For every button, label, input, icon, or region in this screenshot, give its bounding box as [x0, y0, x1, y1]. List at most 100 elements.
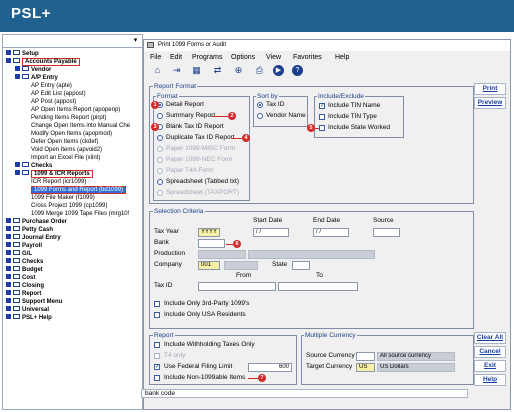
expand-icon[interactable] [6, 266, 11, 271]
federal-limit-field[interactable]: 600 [248, 363, 292, 372]
tree-folder[interactable]: Report [6, 290, 41, 298]
tree-folder[interactable]: Universal [6, 306, 49, 314]
menu-favorites[interactable]: Favorites [293, 53, 322, 63]
start-date-field[interactable]: / / [253, 228, 289, 237]
include-non-1099-checkbox[interactable] [154, 375, 160, 381]
tree-item[interactable]: Defer Open Items (ckdef) [31, 138, 98, 146]
tree-item[interactable]: Pending Items Report (pirpt) [31, 114, 106, 122]
expand-icon[interactable] [15, 74, 20, 79]
tax-year-field[interactable]: YYYY [198, 228, 220, 237]
navigation-combo[interactable]: ▾ [3, 35, 142, 48]
tree-folder[interactable]: Budget [6, 266, 43, 274]
tree-folder[interactable]: Petty Cash [6, 226, 53, 234]
expand-icon[interactable] [15, 170, 20, 175]
expand-icon[interactable] [6, 226, 11, 231]
expand-icon[interactable] [15, 66, 20, 71]
menu-help[interactable]: Help [335, 53, 349, 63]
play-icon[interactable]: ▶ [273, 65, 284, 76]
tree-folder[interactable]: Setup [6, 50, 39, 58]
printer-icon[interactable]: ⎙ [254, 65, 265, 76]
expand-icon[interactable] [6, 250, 11, 255]
tree-item[interactable]: ICR Report (icr1099) [31, 178, 86, 186]
tree-folder[interactable]: Support Menu [6, 298, 62, 306]
source-field[interactable] [373, 228, 400, 237]
tree-folder[interactable]: 1099 & ICR Reports [15, 170, 93, 178]
tree-folder[interactable]: Vendor [15, 66, 51, 74]
cancel-button[interactable]: Cancel [474, 346, 506, 358]
preview-button[interactable]: Preview [474, 97, 506, 109]
tree-folder[interactable]: A/P Entry [15, 74, 58, 82]
sort-tax-id-radio[interactable] [257, 102, 263, 108]
tree-folder[interactable]: PSL+ Help [6, 314, 52, 322]
tree-folder[interactable]: Checks [6, 258, 43, 266]
zoom-icon[interactable]: ⊕ [233, 65, 244, 76]
print-button[interactable]: Print [474, 83, 506, 95]
expand-icon[interactable] [6, 50, 11, 55]
tree-folder[interactable]: Purchase Order [6, 218, 67, 226]
bank-field[interactable] [198, 239, 225, 248]
menu-view[interactable]: View [266, 53, 281, 63]
expand-icon[interactable] [6, 234, 11, 239]
menu-file[interactable]: File [150, 53, 161, 63]
include-only-usa-checkbox[interactable] [154, 312, 160, 318]
chevron-down-icon[interactable]: ▾ [131, 37, 140, 45]
expand-icon[interactable] [6, 218, 11, 223]
tree-item[interactable]: Void Open Items (apvoid2) [31, 146, 102, 154]
expand-icon[interactable] [6, 314, 11, 319]
tax-id-to-field[interactable] [278, 282, 358, 291]
expand-icon[interactable] [6, 258, 11, 263]
format-radio[interactable] [157, 113, 163, 119]
tree-item[interactable]: AP Edit List (appost) [31, 90, 86, 98]
help-icon[interactable]: ? [292, 65, 303, 76]
include-tin-type-checkbox[interactable] [319, 114, 325, 120]
expand-icon[interactable] [6, 242, 11, 247]
expand-icon[interactable] [6, 290, 11, 295]
tree-folder[interactable]: Checks [15, 162, 52, 170]
end-date-field[interactable]: / / [313, 228, 349, 237]
expand-icon[interactable] [15, 162, 20, 167]
grid-icon[interactable]: ▦ [191, 65, 202, 76]
format-radio[interactable] [157, 179, 163, 185]
target-currency-code-field[interactable]: US [356, 363, 375, 372]
tree-item[interactable]: AP Entry (apte) [31, 82, 72, 90]
expand-icon[interactable] [6, 282, 11, 287]
tree-item[interactable]: AP Open Items Report (apopenp) [31, 106, 120, 114]
sort-vendor-name-radio[interactable] [257, 113, 263, 119]
tree-item[interactable]: 1099 File Maker (f1099) [31, 194, 95, 202]
tree-folder[interactable]: Cost [6, 274, 35, 282]
expand-icon[interactable] [6, 274, 11, 279]
tree-item[interactable]: AP Post (appost) [31, 98, 76, 106]
tree-item[interactable]: Change Open Items into Manual Che [31, 122, 130, 130]
tax-id-from-field[interactable] [198, 282, 276, 291]
expand-icon[interactable] [6, 298, 11, 303]
state-field[interactable] [292, 261, 310, 270]
tree-item[interactable]: 1099 Merge 1099 Tape Files (mrg10! [31, 210, 129, 218]
format-radio[interactable] [157, 135, 163, 141]
clear-all-button[interactable]: Clear All [474, 332, 506, 344]
include-state-worked-checkbox[interactable] [319, 125, 325, 131]
tree-folder[interactable]: Closing [6, 282, 44, 290]
tree-item[interactable]: Import an Excel File (xlint) [31, 154, 100, 162]
help-button[interactable]: Help [474, 374, 506, 386]
tree-item[interactable]: Modify Open Items (apopmod) [31, 130, 112, 138]
source-currency-code-field[interactable] [356, 352, 375, 361]
include-withholding-checkbox[interactable] [154, 342, 160, 348]
tree-folder[interactable]: Journal Entry [6, 234, 61, 242]
expand-icon[interactable] [6, 306, 11, 311]
tree-folder[interactable]: Payroll [6, 242, 42, 250]
include-only-3rd-party-checkbox[interactable] [154, 301, 160, 307]
company-field[interactable]: 001 [198, 261, 220, 270]
menu-edit[interactable]: Edit [170, 53, 182, 63]
tree-folder[interactable]: G/L [6, 250, 32, 258]
exit-button[interactable]: Exit [474, 360, 506, 372]
include-tin-name-checkbox[interactable]: ✓ [319, 103, 325, 109]
menu-options[interactable]: Options [231, 53, 255, 63]
shuffle-icon[interactable]: ⇄ [212, 65, 223, 76]
tree-item[interactable]: Cross Project 1099 (cp1099) [31, 202, 107, 210]
tree-item[interactable]: 1099 Forms and Report (bd1099) [31, 186, 127, 194]
exit-arrow-icon[interactable]: ⇥ [171, 65, 182, 76]
tree-folder[interactable]: Accounts Payable [6, 58, 80, 66]
menu-programs[interactable]: Programs [192, 53, 222, 63]
use-federal-limit-checkbox[interactable]: ✓ [154, 364, 160, 370]
expand-icon[interactable] [6, 58, 11, 63]
